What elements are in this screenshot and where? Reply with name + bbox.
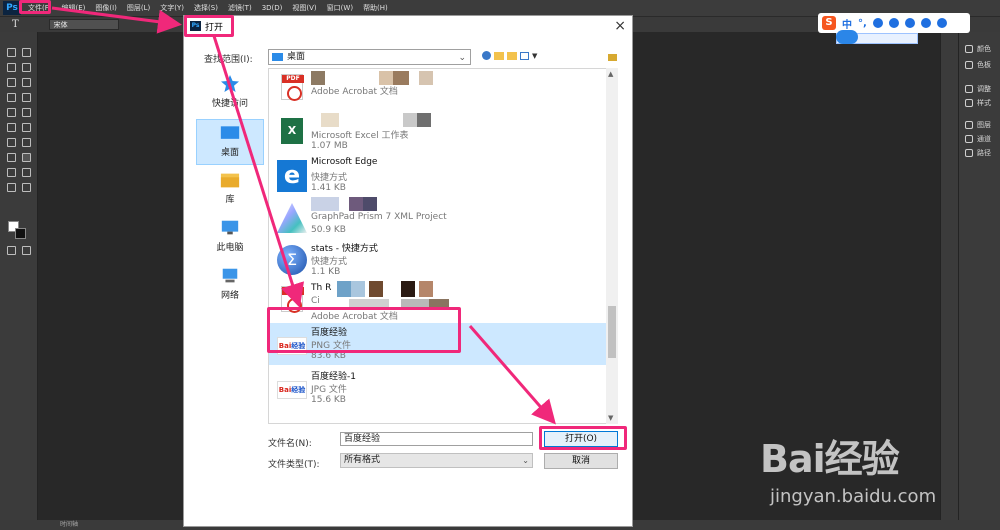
watermark-url: jingyan.baidu.com: [770, 486, 937, 507]
baidu-watermark: Bai经验 jingyan.baidu.com: [760, 420, 1000, 530]
arrow-to-dialog: [51, 6, 182, 34]
watermark-brand: Bai经验: [760, 437, 900, 481]
arrow-to-open: [468, 325, 556, 425]
arrow-to-file: [212, 35, 305, 308]
